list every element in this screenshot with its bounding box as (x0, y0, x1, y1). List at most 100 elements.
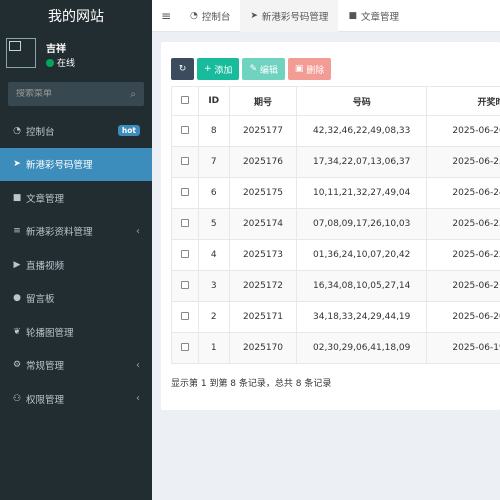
user-status-label: 在线 (57, 59, 76, 69)
comment-icon: ● (13, 293, 21, 304)
table-row[interactable]: 3 2025172 16,34,08,10,05,27,14 2025-06-2… (171, 270, 500, 302)
select-all-cell (171, 86, 199, 116)
cell-period: 2025170 (228, 332, 298, 364)
cell-numbers: 07,08,09,17,26,10,03 (296, 208, 428, 240)
cell-id: 7 (197, 146, 230, 178)
sidebar-item-dashboard[interactable]: ◔ 控制台 hot (0, 114, 152, 148)
sidebar-item-lottery-numbers[interactable]: ➤ 新港彩号码管理 (0, 147, 152, 181)
table-row[interactable]: 2 2025171 34,18,33,24,29,44,19 2025-06-2… (171, 301, 500, 333)
cell-draw-time: 2025-06-20 (426, 301, 500, 333)
column-header-period[interactable]: 期号 (228, 86, 298, 116)
row-checkbox[interactable] (180, 249, 189, 258)
table-row[interactable]: 4 2025173 01,36,24,10,07,20,42 2025-06-2… (171, 239, 500, 271)
table-row[interactable]: 1 2025170 02,30,29,06,41,18,09 2025-06-1… (171, 332, 500, 364)
row-checkbox[interactable] (180, 342, 189, 351)
cell-numbers: 01,36,24,10,07,20,42 (296, 239, 428, 271)
edit-button[interactable]: ✎ 编辑 (242, 58, 285, 80)
trash-icon: ▣ (294, 64, 304, 74)
cell-draw-time: 2025-06-24 (426, 177, 500, 209)
table-header-row: ID 期号 号码 开奖时 (171, 86, 500, 116)
delete-button[interactable]: ▣ 删除 (287, 58, 332, 80)
sidebar-menu: ◔ 控制台 hot ➤ 新港彩号码管理 ■ 文章管理 ≡ 新港彩资料管理 ‹ ▶… (0, 114, 152, 416)
video-icon: ▶ (13, 259, 21, 270)
cell-numbers: 34,18,33,24,29,44,19 (296, 301, 428, 333)
row-checkbox[interactable] (180, 311, 189, 320)
cell-period: 2025174 (228, 208, 298, 240)
add-button[interactable]: + 添加 (197, 58, 240, 80)
cell-numbers: 17,34,22,07,13,06,37 (296, 146, 428, 178)
tab-lottery-numbers[interactable]: ➤ 新港彩号码管理 (240, 0, 339, 32)
chevron-left-icon: ‹ (136, 225, 140, 237)
row-checkbox[interactable] (180, 125, 189, 134)
search-input[interactable] (16, 89, 126, 99)
sidebar-item-carousel[interactable]: ❦ 轮播图管理 (0, 315, 152, 349)
cell-period: 2025172 (228, 270, 298, 302)
refresh-button[interactable]: ↻ (171, 58, 194, 80)
cell-id: 2 (197, 301, 230, 333)
content-panel: ↻ + 添加 ✎ 编辑 ▣ 删除 ID 期号 号码 开奖时 8 2025177 … (161, 42, 500, 410)
column-header-id[interactable]: ID (197, 86, 230, 116)
search-icon[interactable]: ⌕ (130, 89, 136, 100)
sidebar-item-guestbook[interactable]: ● 留言板 (0, 282, 152, 316)
cell-id: 1 (197, 332, 230, 364)
tab-bar: ≡ ◔ 控制台 ➤ 新港彩号码管理 ■ 文章管理 (152, 0, 500, 32)
cell-period: 2025173 (228, 239, 298, 271)
leaf-icon: ❦ (13, 326, 21, 337)
select-all-checkbox[interactable] (180, 95, 189, 104)
chevron-left-icon: ‹ (136, 359, 140, 371)
row-checkbox[interactable] (180, 156, 189, 165)
cell-draw-time: 2025-06-21 (426, 270, 500, 302)
bookmark-icon: ■ (348, 10, 357, 21)
pencil-icon: ✎ (249, 64, 257, 74)
column-header-numbers[interactable]: 号码 (296, 86, 428, 116)
sidebar-item-permissions[interactable]: ⚇ 权限管理 ‹ (0, 382, 152, 416)
column-header-draw-time[interactable]: 开奖时 (426, 86, 500, 116)
site-logo[interactable]: 我的网站 (0, 0, 152, 32)
hot-badge: hot (117, 125, 140, 137)
menu-toggle-icon[interactable]: ≡ (152, 9, 180, 23)
tab-label: 文章管理 (360, 11, 399, 23)
row-select-cell (171, 239, 199, 271)
table-row[interactable]: 8 2025177 42,32,46,22,49,08,33 2025-06-2… (171, 115, 500, 147)
sidebar-item-label: 直播视频 (26, 260, 65, 272)
sidebar-item-label: 新港彩号码管理 (26, 160, 93, 172)
cell-id: 3 (197, 270, 230, 302)
users-icon: ⚇ (12, 393, 22, 404)
cell-id: 8 (197, 115, 230, 147)
row-select-cell (171, 177, 199, 209)
sidebar-item-label: 留言板 (26, 294, 55, 306)
sidebar-item-live-video[interactable]: ▶ 直播视频 (0, 248, 152, 282)
table-row[interactable]: 7 2025176 17,34,22,07,13,06,37 2025-06-2… (171, 146, 500, 178)
cell-period: 2025177 (228, 115, 298, 147)
sidebar: 我的网站 吉祥 在线 ⌕ ◔ 控制台 hot ➤ 新港彩号码管理 ■ 文章管理 … (0, 0, 152, 500)
online-dot-icon (46, 58, 54, 67)
avatar (6, 38, 36, 68)
tab-dashboard[interactable]: ◔ 控制台 (180, 0, 240, 32)
cell-period: 2025171 (228, 301, 298, 333)
tab-label: 新港彩号码管理 (261, 11, 329, 23)
row-select-cell (171, 301, 199, 333)
sidebar-item-label: 权限管理 (26, 394, 65, 406)
row-checkbox[interactable] (180, 280, 189, 289)
sidebar-item-general[interactable]: ⚙ 常规管理 ‹ (0, 349, 152, 383)
list-icon: ≡ (13, 226, 21, 237)
table-row[interactable]: 5 2025174 07,08,09,17,26,10,03 2025-06-2… (171, 208, 500, 240)
data-table: ID 期号 号码 开奖时 8 2025177 42,32,46,22,49,08… (171, 86, 500, 364)
table-row[interactable]: 6 2025175 10,11,21,32,27,49,04 2025-06-2… (171, 177, 500, 209)
cogs-icon: ⚙ (12, 360, 22, 371)
sidebar-item-label: 文章管理 (26, 193, 65, 205)
cell-period: 2025175 (228, 177, 298, 209)
edit-label: 编辑 (259, 65, 278, 76)
pagination-summary: 显示第 1 到第 8 条记录，总共 8 条记录 (171, 379, 332, 389)
cell-numbers: 16,34,08,10,05,27,14 (296, 270, 428, 302)
sidebar-item-articles[interactable]: ■ 文章管理 (0, 181, 152, 215)
cell-numbers: 42,32,46,22,49,08,33 (296, 115, 428, 147)
tab-articles[interactable]: ■ 文章管理 (338, 0, 409, 32)
sidebar-item-label: 常规管理 (26, 361, 65, 373)
cell-draw-time: 2025-06-23 (426, 208, 500, 240)
refresh-icon: ↻ (178, 64, 187, 74)
sidebar-item-lottery-data[interactable]: ≡ 新港彩资料管理 ‹ (0, 215, 152, 249)
row-checkbox[interactable] (180, 218, 189, 227)
user-name: 吉祥 (46, 44, 66, 55)
row-checkbox[interactable] (180, 187, 189, 196)
